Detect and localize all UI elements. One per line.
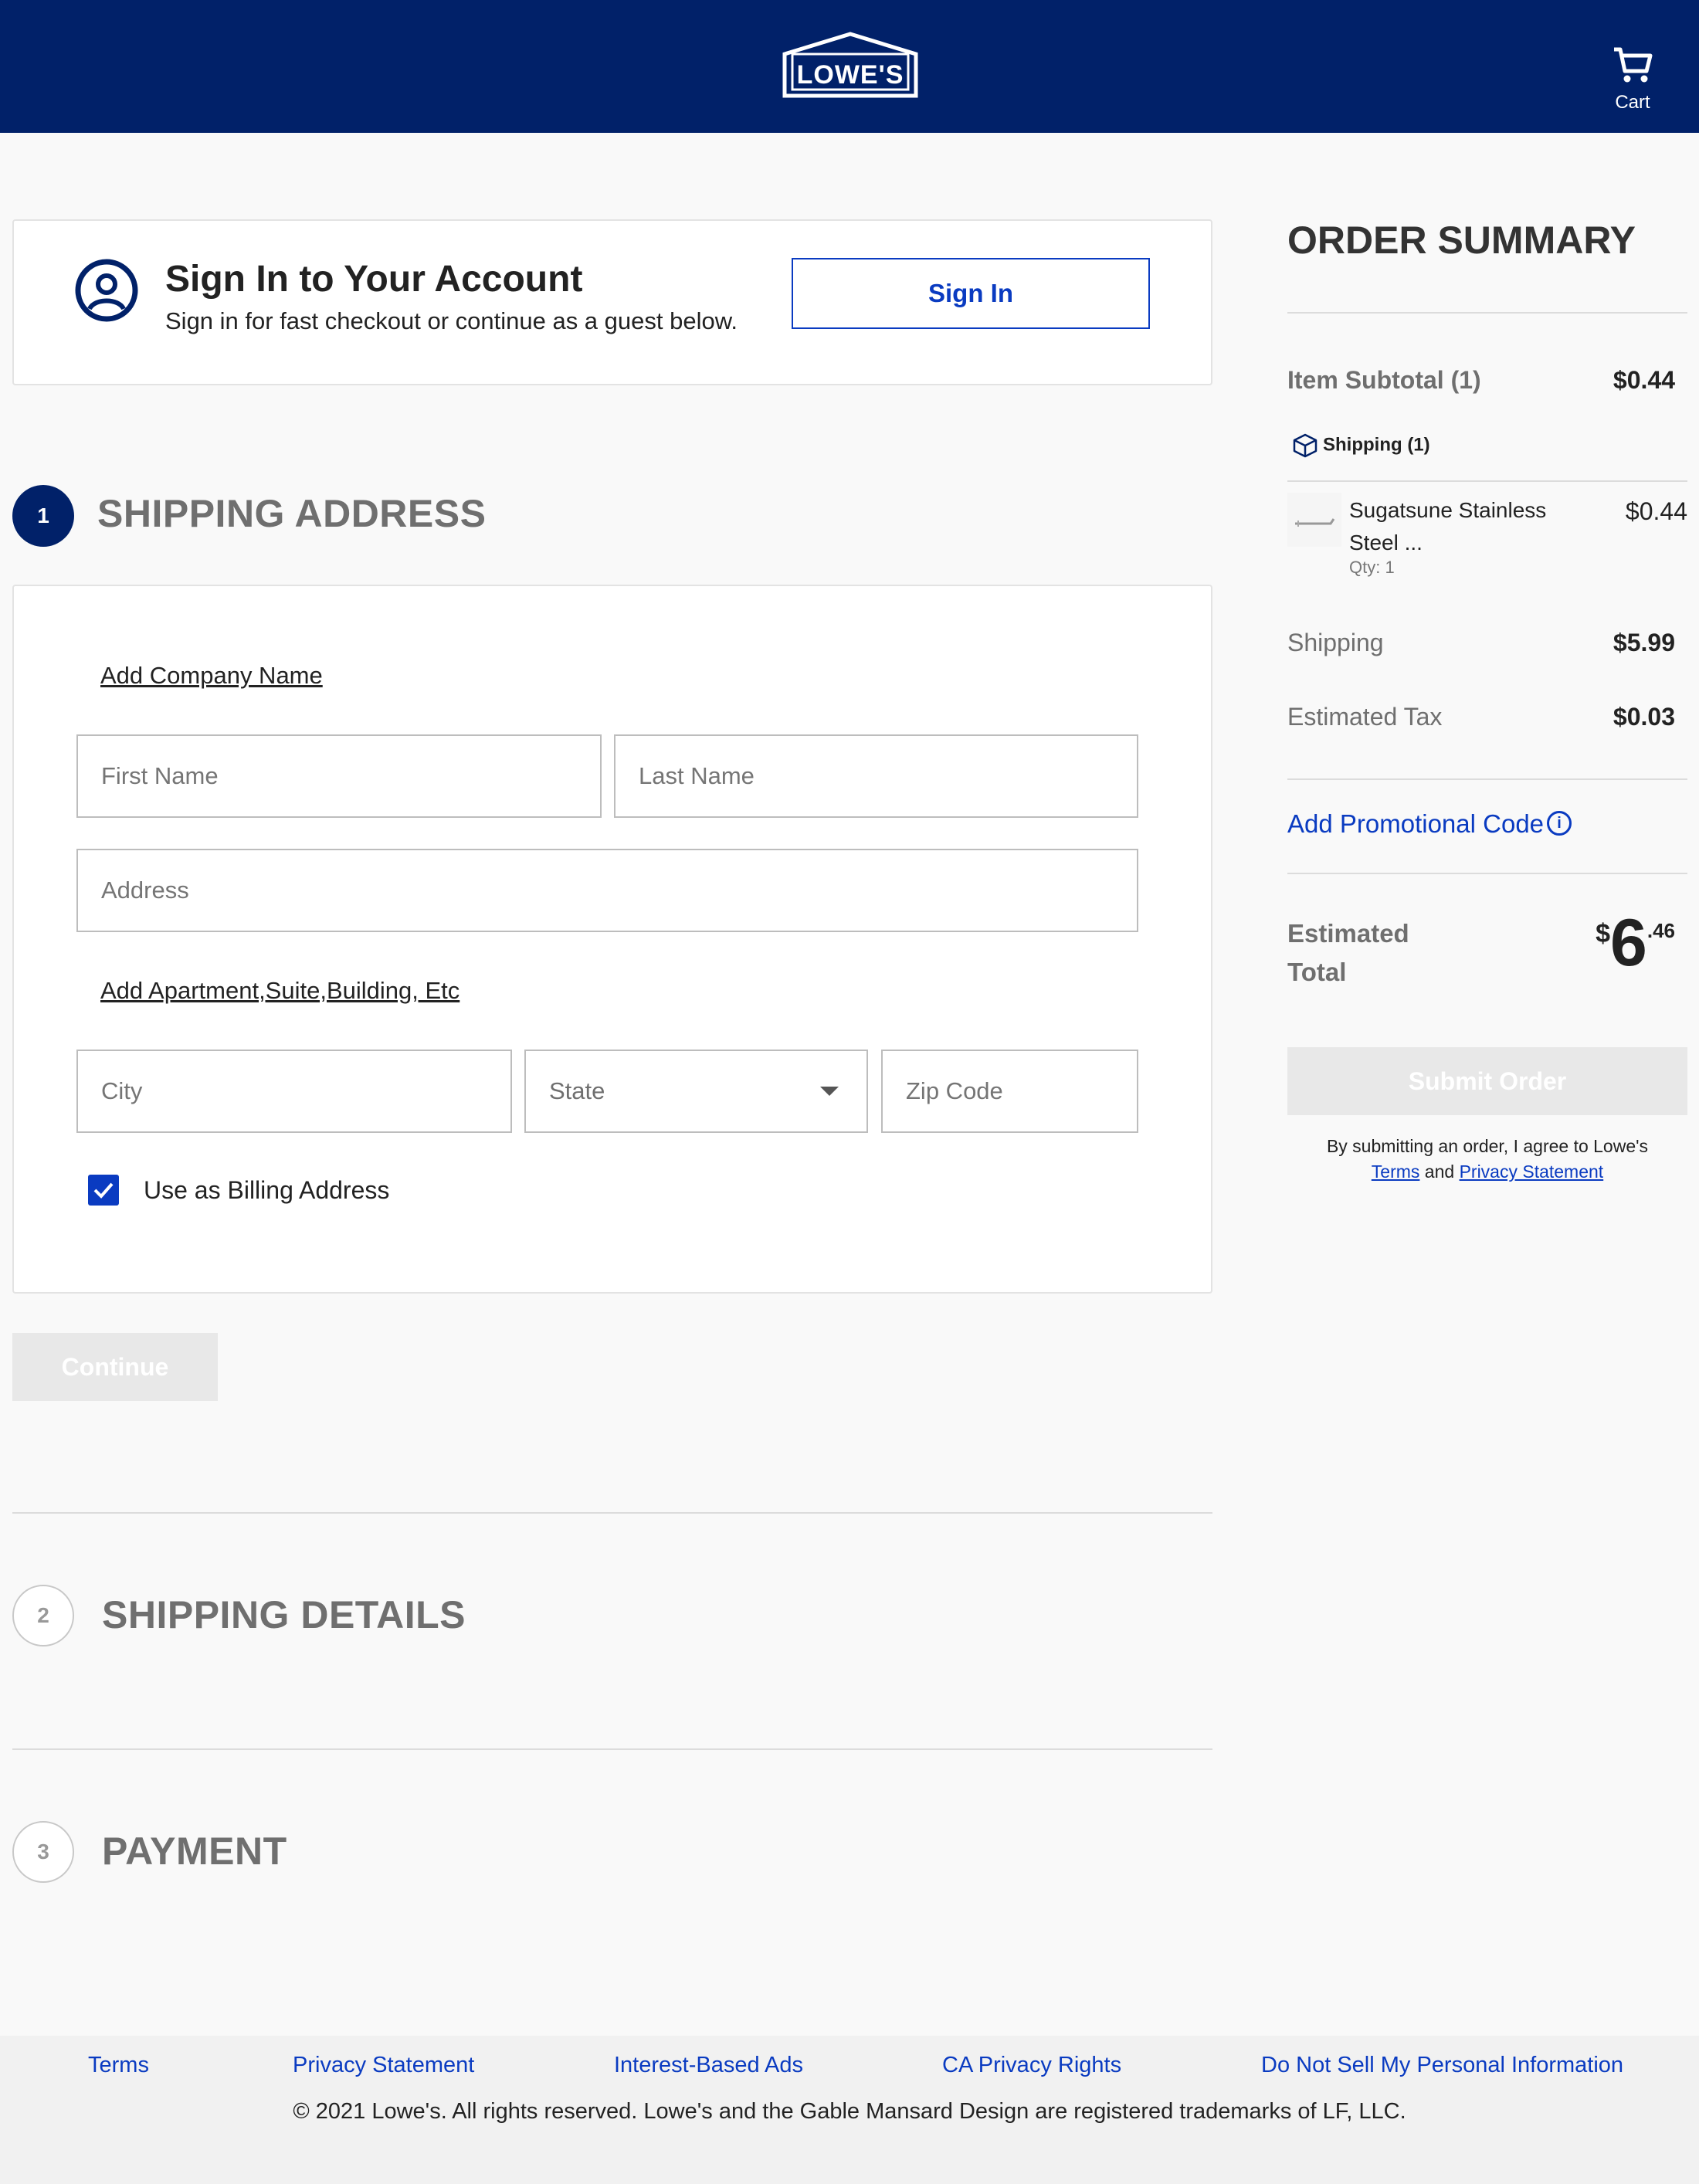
footer-link-privacy[interactable]: Privacy Statement [293, 2053, 474, 2078]
last-name-input[interactable] [639, 736, 1114, 816]
product-name[interactable]: Sugatsune Stainless Steel ... [1349, 494, 1573, 559]
first-name-field[interactable] [76, 734, 602, 818]
agreement-and: and [1424, 1162, 1455, 1182]
sign-in-button[interactable]: Sign In [792, 258, 1150, 329]
shipping-address-form: Add Company Name Add Apartment,Suite,Bui… [12, 585, 1212, 1294]
continue-button[interactable]: Continue [12, 1333, 218, 1401]
svg-text:LOWE'S: LOWE'S [797, 60, 904, 90]
step-number: 1 [12, 485, 74, 547]
step-number: 2 [12, 1585, 74, 1646]
estimated-total-label: Estimated Total [1287, 919, 1409, 986]
address-input[interactable] [101, 850, 1114, 931]
sign-in-subtitle: Sign in for fast checkout or continue as… [165, 307, 738, 334]
tax-value: $0.03 [1613, 703, 1675, 731]
tax-row: Estimated Tax $0.03 [1287, 703, 1687, 731]
checkmark-icon [93, 1182, 114, 1199]
site-header: LOWE'S Cart [0, 0, 1699, 133]
footer-links: Terms Privacy Statement Interest-Based A… [0, 2053, 1699, 2084]
first-name-input[interactable] [101, 736, 577, 816]
total-cents: .46 [1646, 919, 1675, 942]
product-thumbnail[interactable] [1287, 493, 1341, 547]
shipping-value: $5.99 [1613, 629, 1675, 656]
lowes-logo[interactable]: LOWE'S [782, 31, 919, 99]
step-title: PAYMENT [102, 1830, 287, 1873]
item-subtotal-label: Item Subtotal (1) [1287, 366, 1481, 394]
shipping-label: Shipping [1287, 629, 1384, 656]
cart-label: Cart [1615, 92, 1650, 113]
site-footer: Terms Privacy Statement Interest-Based A… [0, 2036, 1699, 2184]
address-field[interactable] [76, 849, 1138, 932]
sign-in-title: Sign In to Your Account [165, 259, 583, 300]
shipping-row: Shipping $5.99 [1287, 629, 1687, 657]
shipping-group-header: Shipping (1) [1292, 432, 1430, 459]
agreement-text: By submitting an order, I agree to Lowe'… [1326, 1136, 1649, 1156]
zip-code-input[interactable] [906, 1051, 1114, 1131]
total-currency: $ [1596, 919, 1610, 948]
state-selected-value: State [549, 1077, 605, 1104]
footer-link-ca-privacy[interactable]: CA Privacy Rights [942, 2053, 1121, 2078]
cart-button[interactable]: Cart [1597, 45, 1668, 114]
add-apartment-link[interactable]: Add Apartment,Suite,Building, Etc [100, 977, 460, 1005]
footer-link-terms[interactable]: Terms [88, 2053, 149, 2078]
order-summary-title: ORDER SUMMARY [1287, 219, 1636, 262]
section-divider [12, 1748, 1212, 1750]
chevron-down-icon [820, 1087, 839, 1096]
summary-divider [1287, 312, 1687, 314]
summary-divider [1287, 480, 1687, 482]
estimated-total-value: $6.46 [1596, 910, 1675, 976]
last-name-field[interactable] [614, 734, 1138, 818]
tax-label: Estimated Tax [1287, 703, 1443, 731]
add-company-name-link[interactable]: Add Company Name [100, 662, 323, 690]
city-input[interactable] [101, 1051, 487, 1131]
footer-link-interest-ads[interactable]: Interest-Based Ads [614, 2053, 803, 2078]
step-number: 3 [12, 1821, 74, 1883]
section-divider [12, 1512, 1212, 1514]
product-qty: Qty: 1 [1349, 558, 1395, 577]
privacy-statement-link[interactable]: Privacy Statement [1460, 1162, 1604, 1182]
add-promo-code-link[interactable]: Add Promotional Code [1287, 809, 1544, 839]
item-subtotal-row: Item Subtotal (1) $0.44 [1287, 366, 1687, 395]
item-subtotal-value: $0.44 [1613, 366, 1675, 394]
state-select[interactable]: State [524, 1050, 868, 1133]
submit-order-button[interactable]: Submit Order [1287, 1047, 1687, 1115]
account-icon [75, 259, 138, 322]
billing-address-label: Use as Billing Address [144, 1176, 390, 1204]
footer-copyright: © 2021 Lowe's. All rights reserved. Lowe… [293, 2099, 1406, 2124]
summary-divider [1287, 778, 1687, 780]
zip-code-field[interactable] [881, 1050, 1138, 1133]
footer-link-do-not-sell[interactable]: Do Not Sell My Personal Information [1261, 2053, 1623, 2078]
step-title: SHIPPING ADDRESS [97, 492, 487, 535]
summary-divider [1287, 873, 1687, 874]
info-icon[interactable]: i [1547, 811, 1572, 836]
city-field[interactable] [76, 1050, 512, 1133]
sign-in-card: Sign In to Your Account Sign in for fast… [12, 219, 1212, 385]
product-image [1295, 518, 1335, 527]
step-title: SHIPPING DETAILS [102, 1593, 466, 1636]
order-agreement: By submitting an order, I agree to Lowe'… [1287, 1134, 1687, 1185]
billing-address-checkbox[interactable] [88, 1175, 119, 1206]
total-dollars: 6 [1610, 906, 1647, 980]
shipping-group-label: Shipping (1) [1323, 434, 1430, 456]
terms-link[interactable]: Terms [1372, 1162, 1420, 1182]
cart-icon [1614, 47, 1653, 83]
product-price: $0.44 [1625, 497, 1687, 525]
package-icon [1293, 433, 1317, 458]
